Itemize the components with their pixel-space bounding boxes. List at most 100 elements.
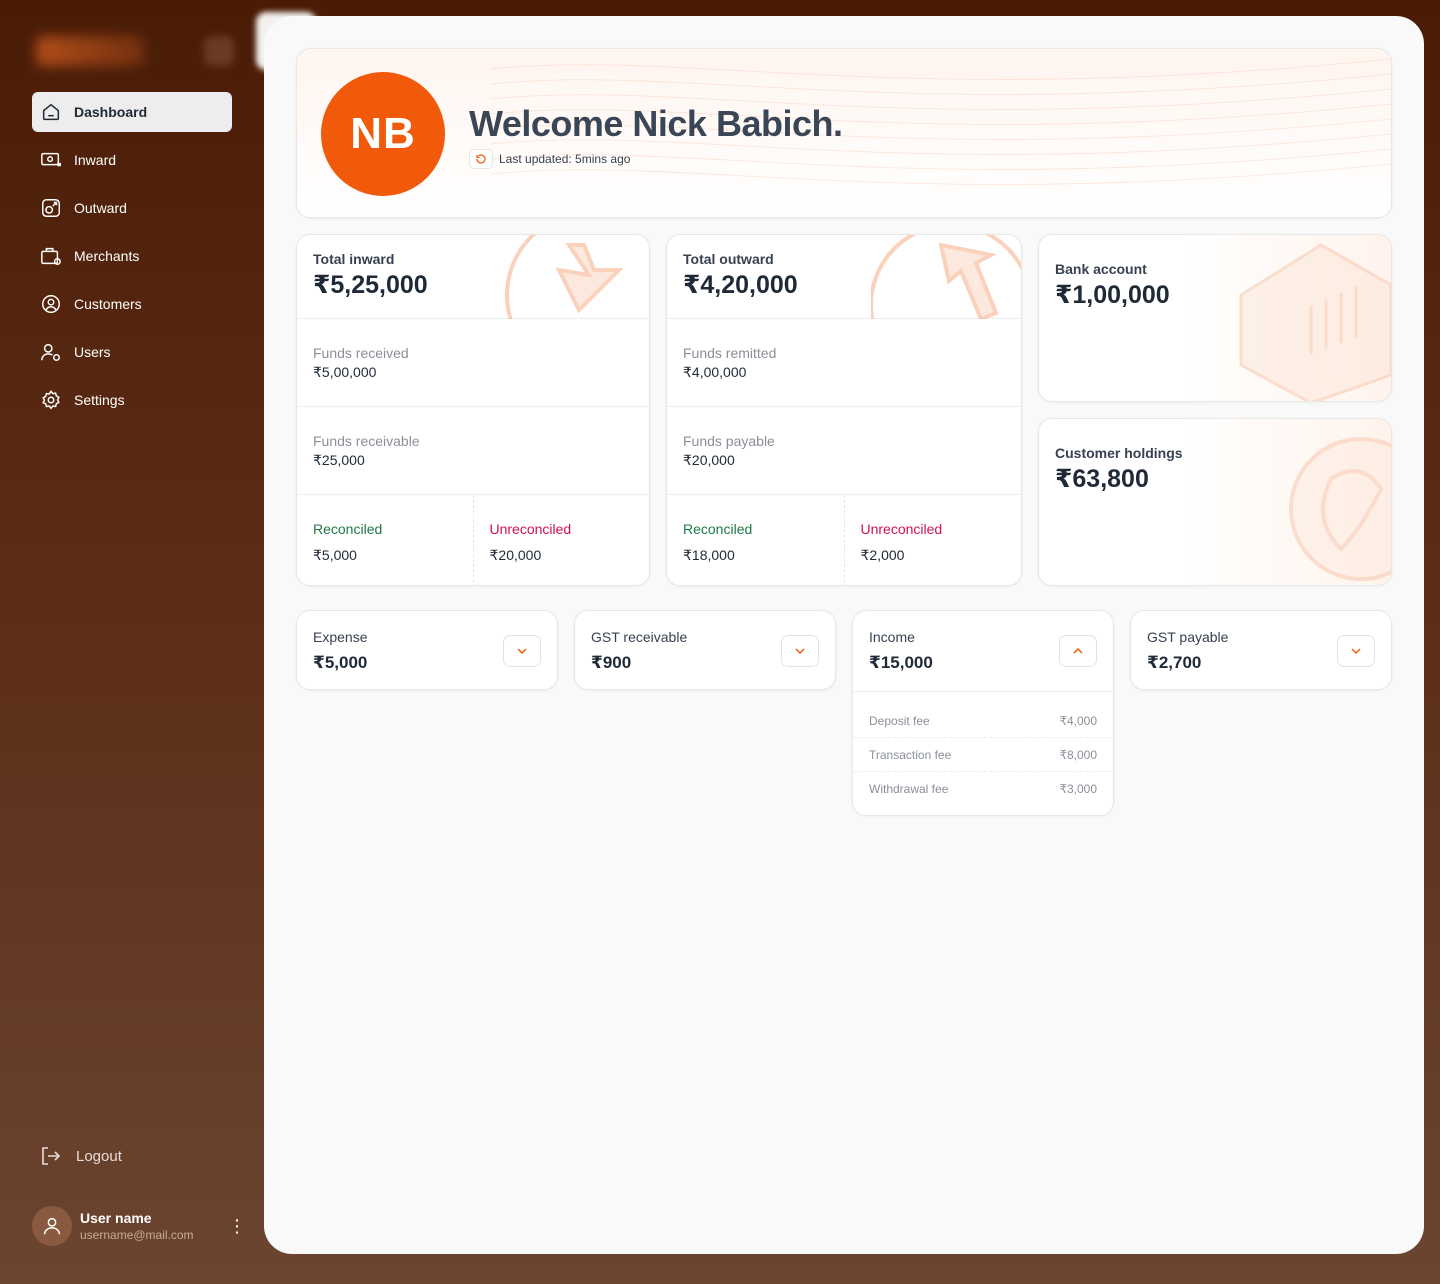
inward-header: Total inward ₹5,25,000 [297,235,649,319]
list-item: Withdrawal fee ₹3,000 [853,772,1113,806]
funds-remitted-label: Funds remitted [683,345,777,361]
gst-receivable-value: ₹900 [591,653,632,672]
chevron-up-icon [1073,647,1083,654]
inward-unreconciled: Unreconciled ₹20,000 [472,495,650,585]
outward-card: Total outward ₹4,20,000 Funds remitted ₹… [666,234,1022,586]
inward-icon [41,152,61,167]
unreconciled-value: ₹20,000 [489,547,542,563]
welcome-card: NB Welcome Nick Babich. Last updated: 5m… [296,48,1392,218]
outward-reconciliation: Reconciled ₹18,000 Unreconciled ₹2,000 [667,495,1022,585]
outward-icon [42,199,60,217]
more-vertical-icon[interactable]: ⋮ [228,1216,246,1237]
unreconciled-label: Unreconciled [489,521,572,537]
page-title: Welcome Nick Babich. [469,103,843,144]
funds-received-label: Funds received [313,345,409,361]
sidebar-item-label: Outward [74,200,127,216]
main-panel: NB Welcome Nick Babich. Last updated: 5m… [264,16,1424,1254]
funds-received: Funds received ₹5,00,000 [297,319,649,407]
user-icon [43,1217,61,1235]
income-row-value: ₹8,000 [1059,747,1097,762]
funds-remitted-value: ₹4,00,000 [683,364,747,380]
gst-payable-value: ₹2,700 [1147,653,1202,672]
bank-icon [1239,243,1391,401]
chevron-down-icon [1351,648,1361,655]
gst-receivable-label: GST receivable [591,629,688,645]
customer-holdings-value: ₹63,800 [1055,465,1149,493]
funds-receivable: Funds receivable ₹25,000 [297,407,649,495]
sidebar-item-inward[interactable]: Inward [32,140,232,180]
refresh-button[interactable] [469,149,493,169]
sidebar-item-label: Settings [74,392,125,408]
funds-remitted: Funds remitted ₹4,00,000 [667,319,1021,407]
merchants-icon [41,247,61,265]
bank-account-content: Bank account ₹1,00,000 [1055,261,1170,310]
expense-expand-button[interactable] [503,635,541,667]
home-icon [42,103,60,121]
inward-card: Total inward ₹5,25,000 Funds received ₹5… [296,234,650,586]
sidebar-item-users[interactable]: Users [32,332,232,372]
sidebar-item-label: Customers [74,296,142,312]
funds-payable: Funds payable ₹20,000 [667,407,1021,495]
income-row-label: Deposit fee [869,713,930,728]
reconciled-label: Reconciled [683,521,753,537]
sidebar-item-merchants[interactable]: Merchants [32,236,232,276]
gst-receivable-expand-button[interactable] [781,635,819,667]
sidebar-item-label: Users [74,344,111,360]
inward-reconciled: Reconciled ₹5,000 [297,495,473,585]
income-collapse-button[interactable] [1059,635,1097,667]
income-label: Income [869,629,915,645]
customer-holdings-card: Customer holdings ₹63,800 [1038,418,1392,586]
user-name: User name [80,1210,152,1226]
arrow-up-icon [871,235,1021,319]
expense-value: ₹5,000 [313,653,368,672]
inward-reconciliation: Reconciled ₹5,000 Unreconciled ₹20,000 [297,495,650,585]
income-row-label: Transaction fee [869,747,952,762]
user-names: User name username@mail.com [80,1210,220,1242]
arrow-down-icon [505,235,649,319]
bank-account-title: Bank account [1055,261,1147,277]
gst-payable-expand-button[interactable] [1337,635,1375,667]
income-row-value: ₹4,000 [1059,713,1097,728]
reconciled-value: ₹5,000 [313,547,357,563]
bank-account-card: Bank account ₹1,00,000 [1038,234,1392,402]
logout-button[interactable]: Logout [38,1144,122,1168]
expense-label: Expense [313,629,368,645]
sidebar-item-customers[interactable]: Customers [32,284,232,324]
logout-icon [42,1147,61,1165]
customer-holdings-content: Customer holdings ₹63,800 [1055,445,1183,494]
avatar [32,1206,72,1246]
outward-unreconciled: Unreconciled ₹2,000 [843,495,1022,585]
gst-receivable-card: GST receivable ₹900 [574,610,836,690]
bank-account-value: ₹1,00,000 [1055,281,1170,309]
sidebar-nav: Dashboard Inward Outward Merchants Custo… [32,92,232,428]
sidebar-item-label: Inward [74,152,117,168]
income-card: Income ₹15,000 Deposit fee ₹4,000 Transa… [852,610,1114,816]
gst-payable-card: GST payable ₹2,700 [1130,610,1392,690]
sidebar-item-dashboard[interactable]: Dashboard [32,92,232,132]
customer-holdings-title: Customer holdings [1055,445,1183,461]
list-item: Deposit fee ₹4,000 [853,704,1113,738]
outward-header: Total outward ₹4,20,000 [667,235,1021,319]
customers-icon [42,295,60,313]
logout-label: Logout [76,1147,122,1165]
funds-payable-value: ₹20,000 [683,452,735,468]
outward-reconciled: Reconciled ₹18,000 [667,495,844,585]
last-updated: Last updated: 5mins ago [469,149,630,169]
gear-icon [42,390,60,410]
sidebar-item-settings[interactable]: Settings [32,380,232,420]
user-initials-avatar: NB [321,72,445,196]
sidebar-toggle-button[interactable] [204,36,234,66]
funds-payable-label: Funds payable [683,433,775,449]
user-profile[interactable]: User name username@mail.com ⋮ [32,1204,246,1248]
funds-receivable-value: ₹25,000 [313,452,365,468]
last-updated-text: Last updated: 5mins ago [499,152,631,166]
sidebar-item-outward[interactable]: Outward [32,188,232,228]
gst-payable-label: GST payable [1147,629,1229,645]
user-email: username@mail.com [80,1228,194,1242]
expense-card: Expense ₹5,000 [296,610,558,690]
funds-receivable-label: Funds receivable [313,433,420,449]
income-row-value: ₹3,000 [1059,782,1097,796]
users-icon [41,343,60,361]
sidebar-item-label: Merchants [74,248,140,264]
income-row-label: Withdrawal fee [869,782,949,796]
